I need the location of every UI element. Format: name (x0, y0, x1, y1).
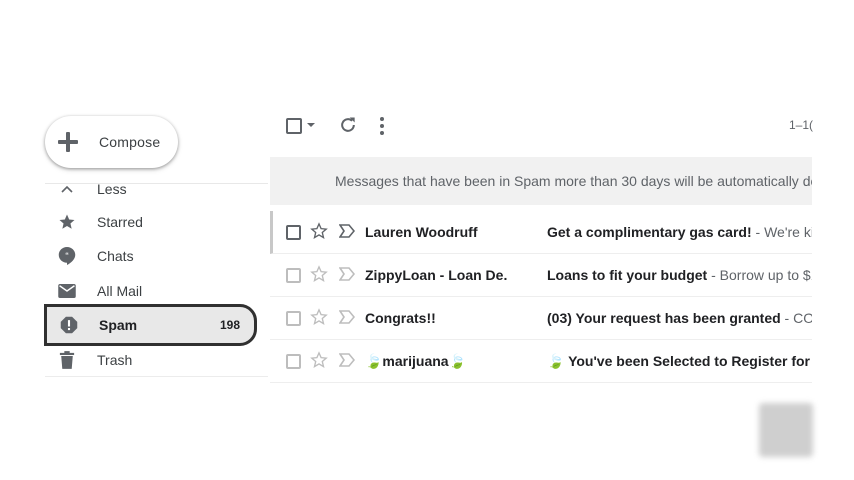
spam-alert-icon (47, 316, 91, 334)
compose-label: Compose (99, 134, 161, 150)
importance-marker-icon[interactable] (338, 310, 356, 329)
sidebar-divider (45, 376, 268, 377)
sidebar-item-trash[interactable]: Trash (45, 343, 257, 377)
email-row[interactable]: Lauren Woodruff Get a complimentary gas … (270, 211, 812, 254)
select-all-checkbox[interactable] (286, 118, 302, 134)
sidebar-item-label: Chats (97, 248, 134, 264)
toolbar: 1–1( (270, 108, 814, 144)
email-row[interactable]: 🍃marijuana🍃 🍃 You've been Selected to Re… (270, 340, 812, 383)
email-subject: Get a complimentary gas card! (547, 224, 752, 240)
select-dropdown-icon[interactable] (307, 123, 315, 127)
spam-notice-banner: Messages that have been in Spam more tha… (270, 157, 812, 205)
email-snippet: - CONGRA (784, 310, 812, 326)
chevron-up-icon (45, 185, 89, 193)
email-row[interactable]: Congrats!! (03) Your request has been gr… (270, 297, 812, 340)
email-preview: Loans to fit your budget - Borrow up to … (547, 267, 812, 283)
chat-bubble-icon: “ (45, 246, 89, 266)
email-row[interactable]: ZippyLoan - Loan De. Loans to fit your b… (270, 254, 812, 297)
sidebar-item-label: Trash (97, 352, 133, 368)
plus-icon (57, 131, 79, 153)
sidebar-item-starred[interactable]: Starred (45, 205, 257, 239)
row-checkbox[interactable] (286, 225, 301, 240)
sidebar-item-label: All Mail (97, 283, 143, 299)
email-subject: Loans to fit your budget (547, 267, 708, 283)
blurred-thumbnail (759, 403, 813, 457)
importance-marker-icon[interactable] (338, 267, 356, 286)
email-snippet: - We're kicking (755, 224, 812, 240)
sidebar-item-less[interactable]: Less (45, 178, 257, 200)
spam-count: 198 (219, 318, 240, 332)
row-checkbox[interactable] (286, 311, 301, 326)
sidebar-item-spam[interactable]: Spam 198 (44, 304, 257, 346)
email-snippet: - Borrow up to $1500 (711, 267, 812, 283)
spam-notice-text: Messages that have been in Spam more tha… (335, 173, 812, 189)
star-outline-icon[interactable] (310, 222, 328, 245)
importance-marker-icon[interactable] (338, 353, 356, 372)
email-preview: (03) Your request has been granted - CON… (547, 310, 812, 326)
page-range: 1–1( (789, 118, 814, 132)
sidebar-item-label: Less (97, 181, 127, 197)
more-options-icon[interactable] (379, 116, 385, 141)
svg-text:“: “ (65, 251, 69, 260)
star-outline-icon[interactable] (310, 351, 328, 374)
importance-marker-icon[interactable] (338, 224, 356, 243)
sidebar-item-label: Starred (97, 214, 143, 230)
email-sender: Congrats!! (365, 310, 436, 326)
row-checkbox[interactable] (286, 268, 301, 283)
email-preview: 🍃 You've been Selected to Register for C… (547, 353, 812, 370)
email-sender: Lauren Woodruff (365, 224, 478, 240)
refresh-icon[interactable] (338, 115, 358, 140)
email-preview: Get a complimentary gas card! - We're ki… (547, 224, 812, 240)
star-icon (45, 213, 89, 231)
row-checkbox[interactable] (286, 354, 301, 369)
email-subject: 🍃 You've been Selected to Register for C… (547, 353, 812, 369)
email-sender: ZippyLoan - Loan De. (365, 267, 508, 283)
sidebar-item-all-mail[interactable]: All Mail (45, 274, 257, 308)
email-list: Lauren Woodruff Get a complimentary gas … (270, 211, 812, 383)
email-sender: 🍃marijuana🍃 (365, 353, 467, 369)
compose-button[interactable]: Compose (45, 116, 178, 168)
star-outline-icon[interactable] (310, 308, 328, 331)
star-outline-icon[interactable] (310, 265, 328, 288)
mail-icon (45, 284, 89, 298)
sidebar-item-chats[interactable]: “ Chats (45, 239, 257, 273)
trash-icon (45, 351, 89, 369)
sidebar-item-label: Spam (99, 317, 138, 333)
email-subject: (03) Your request has been granted (547, 310, 781, 326)
